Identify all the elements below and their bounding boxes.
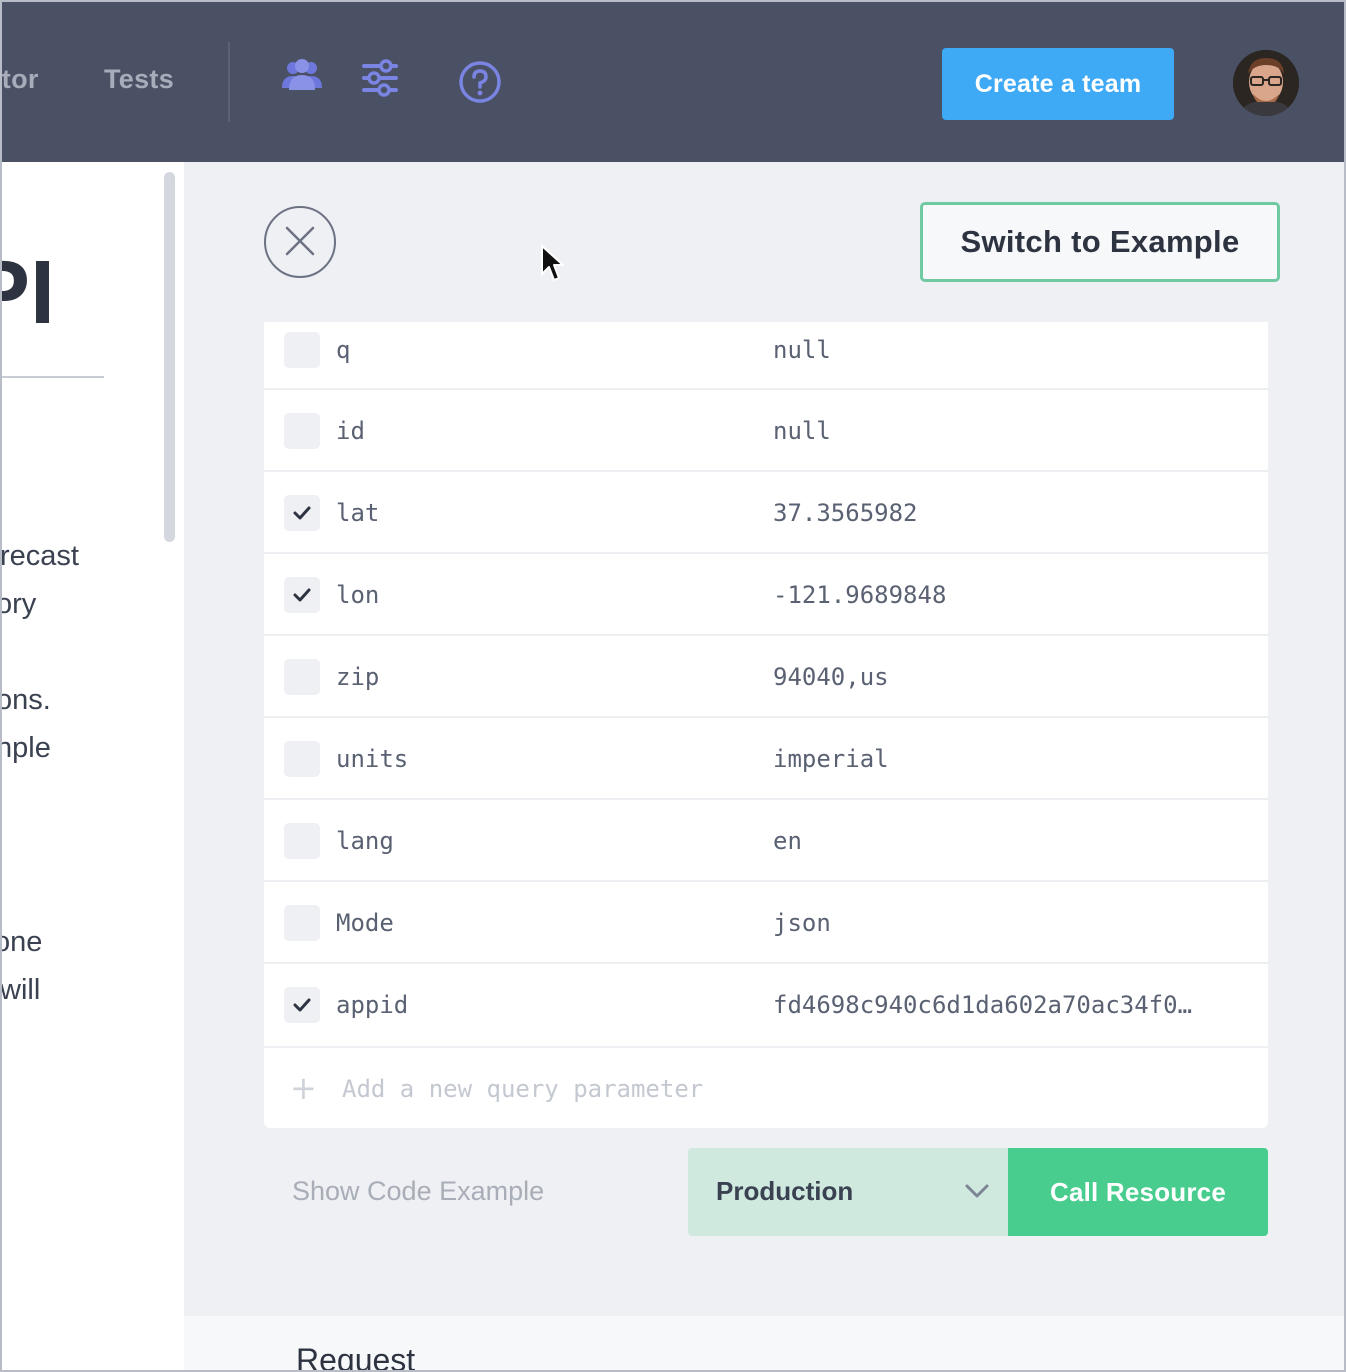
param-row-lon: lon -121.9689848 [264, 554, 1268, 636]
team-icon[interactable] [280, 58, 324, 97]
param-name[interactable]: appid [336, 991, 408, 1019]
param-row-appid: appid fd4698c940c6d1da602a70ac34f0… [264, 964, 1268, 1046]
param-checkbox[interactable] [284, 577, 320, 613]
close-icon [283, 224, 317, 261]
request-title: Request [296, 1342, 416, 1372]
sliders-icon[interactable] [360, 58, 400, 103]
param-checkbox[interactable] [284, 905, 320, 941]
param-value[interactable]: 94040,us [773, 663, 889, 691]
param-name[interactable]: units [336, 745, 408, 773]
param-value[interactable]: null [773, 336, 831, 364]
param-row-id: id null [264, 390, 1268, 472]
param-row-lang: lang en [264, 800, 1268, 882]
docs-scrollbar[interactable] [164, 172, 175, 542]
param-checkbox[interactable] [284, 413, 320, 449]
docs-text-line: will [0, 974, 41, 1006]
param-value[interactable]: imperial [773, 745, 889, 773]
param-name[interactable]: zip [336, 663, 379, 691]
param-checkbox[interactable] [284, 741, 320, 777]
request-section: Request [184, 1316, 1346, 1372]
param-checkbox[interactable] [284, 823, 320, 859]
help-icon[interactable] [458, 60, 502, 109]
param-name[interactable]: q [336, 336, 350, 364]
add-param-row: + [264, 1048, 1268, 1128]
param-value[interactable]: 37.3565982 [773, 499, 918, 527]
param-name[interactable]: lang [336, 827, 394, 855]
environment-value: Production [716, 1176, 854, 1206]
param-value[interactable]: en [773, 827, 802, 855]
param-name[interactable]: id [336, 417, 365, 445]
checkmark-icon [293, 588, 311, 602]
docs-heading: PI [0, 243, 56, 343]
user-avatar[interactable] [1233, 50, 1299, 116]
param-value[interactable]: fd4698c940c6d1da602a70ac34f0… [773, 991, 1192, 1019]
param-checkbox[interactable] [284, 332, 320, 368]
environment-select[interactable]: Production [688, 1148, 1008, 1236]
param-row-mode: Mode json [264, 882, 1268, 964]
param-row-zip: zip 94040,us [264, 636, 1268, 718]
docs-text-line: ons. [0, 684, 51, 716]
param-value[interactable]: null [773, 417, 831, 445]
nav-tests[interactable]: Tests [104, 64, 174, 95]
param-row-lat: lat 37.3565982 [264, 472, 1268, 554]
param-row-q: q null [264, 322, 1268, 390]
create-team-button[interactable]: Create a team [942, 48, 1174, 120]
docs-text-line: ory [0, 588, 37, 620]
query-params-table: q null id null lat 37.3565982 lon -121.9689848 z… [264, 322, 1268, 1046]
docs-text-line: nple [0, 732, 51, 764]
param-checkbox[interactable] [284, 495, 320, 531]
param-checkbox[interactable] [284, 987, 320, 1023]
chevron-down-icon [964, 1182, 990, 1205]
param-value[interactable]: json [773, 909, 831, 937]
nav-divider [228, 42, 230, 122]
checkmark-icon [293, 998, 311, 1012]
docs-text-line: recast [0, 540, 79, 572]
mouse-cursor-icon [540, 244, 566, 289]
param-value[interactable]: -121.9689848 [773, 581, 946, 609]
switch-to-example-button[interactable]: Switch to Example [920, 202, 1280, 282]
docs-text-line: one [0, 926, 43, 958]
call-resource-button[interactable]: Call Resource [1008, 1148, 1268, 1236]
param-name[interactable]: lon [336, 581, 379, 609]
plus-icon[interactable]: + [290, 1072, 317, 1104]
param-name[interactable]: Mode [336, 909, 394, 937]
docs-divider [0, 376, 104, 378]
add-param-input[interactable] [342, 1072, 942, 1106]
top-nav-bar: itor Tests Create a team [0, 0, 1346, 162]
param-name[interactable]: lat [336, 499, 379, 527]
close-button[interactable] [264, 206, 336, 278]
docs-panel: PI recast ory ons. nple one will [0, 162, 184, 1372]
param-checkbox[interactable] [284, 659, 320, 695]
param-row-units: units imperial [264, 718, 1268, 800]
checkmark-icon [293, 506, 311, 520]
show-code-example-link[interactable]: Show Code Example [292, 1176, 544, 1207]
nav-monitor[interactable]: itor [0, 64, 39, 95]
